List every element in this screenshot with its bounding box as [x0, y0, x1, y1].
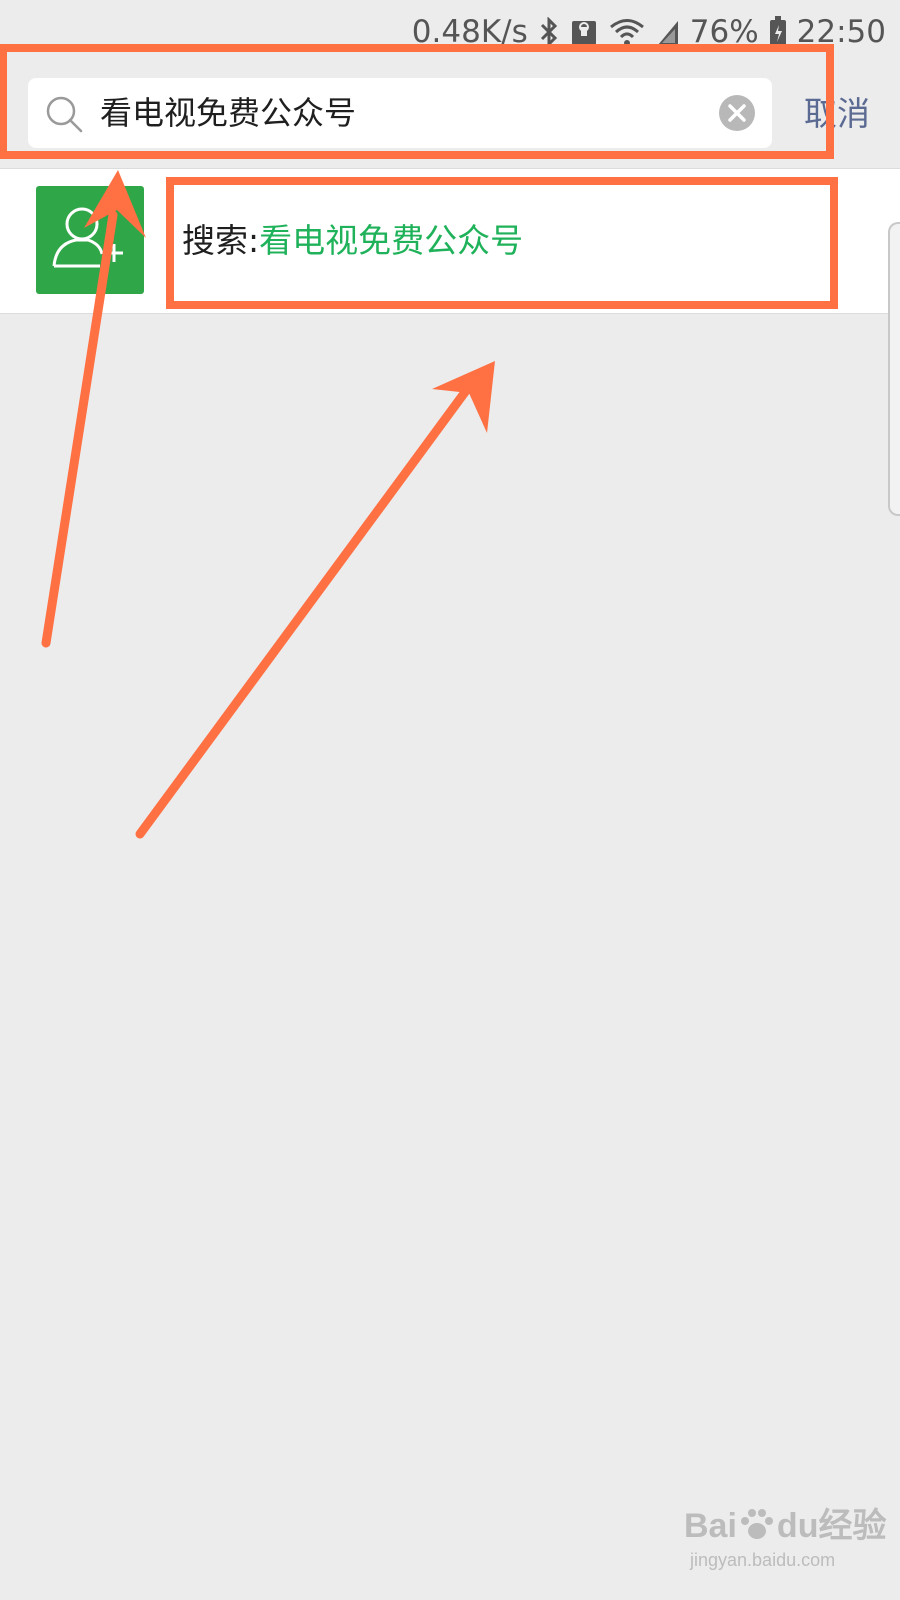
paw-icon	[740, 1509, 773, 1539]
bluetooth-icon	[538, 17, 560, 47]
search-result-query: 看电视免费公众号	[259, 221, 524, 260]
clock: 22:50	[796, 14, 886, 50]
arrow-to-result-line	[135, 383, 473, 839]
status-bar: 0.48K/s 76% 22:50	[0, 0, 900, 62]
network-speed: 0.48K/s	[411, 14, 528, 50]
search-header: 看电视免费公众号 取消	[0, 62, 900, 166]
clear-icon[interactable]	[718, 94, 756, 136]
watermark-url: jingyan.baidu.com	[690, 1550, 836, 1570]
battery-percent: 76%	[689, 14, 759, 50]
search-result-prefix: 搜索:	[182, 221, 260, 260]
search-input[interactable]: 看电视免费公众号	[28, 78, 772, 148]
search-result-row[interactable]: 搜索:看电视免费公众号	[0, 168, 900, 314]
wifi-icon	[608, 17, 646, 47]
battery-icon	[769, 16, 787, 48]
status-indicators: 0.48K/s 76% 22:50	[412, 10, 886, 54]
lock-icon	[570, 17, 598, 47]
add-contact-icon	[52, 207, 123, 268]
cancel-button[interactable]: 取消	[804, 90, 870, 138]
search-icon	[44, 94, 84, 138]
search-query-text: 看电视免费公众号	[100, 94, 357, 132]
baidu-jingyan-watermark: Bai du经验 jingyan.baidu.com	[684, 1498, 887, 1588]
side-panel-handle[interactable]	[888, 222, 900, 516]
watermark-logo: Bai du经验	[684, 1507, 887, 1545]
signal-icon	[656, 17, 680, 47]
arrow-to-result-head	[432, 361, 495, 433]
avatar	[36, 186, 144, 294]
search-result-label: 搜索:看电视免费公众号	[182, 169, 523, 313]
